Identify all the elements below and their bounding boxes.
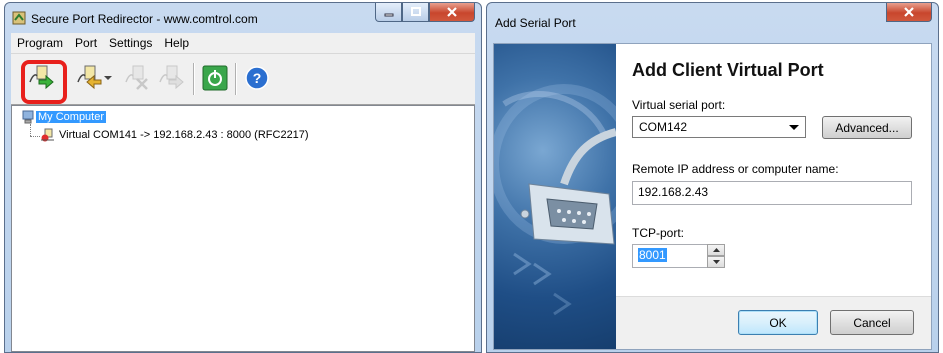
minimize-icon <box>384 13 393 17</box>
menu-bar: Program Port Settings Help <box>11 33 475 54</box>
minimize-button[interactable] <box>375 3 402 22</box>
cancel-button[interactable]: Cancel <box>830 310 914 335</box>
port-properties-icon <box>159 65 184 90</box>
app-icon <box>12 11 26 25</box>
remove-port-icon <box>125 65 148 90</box>
remote-address-label: Remote IP address or computer name: <box>632 162 839 176</box>
power-icon <box>202 65 228 91</box>
power-button[interactable] <box>201 64 229 92</box>
port-properties-button[interactable] <box>157 64 185 92</box>
dropdown-arrow-icon <box>789 125 799 130</box>
ok-button[interactable]: OK <box>738 310 818 335</box>
dialog-banner-image <box>494 44 616 349</box>
tcp-port-input[interactable]: 8001 <box>632 244 708 268</box>
menu-help[interactable]: Help <box>158 36 195 50</box>
highlight-box <box>21 60 67 104</box>
spin-up-button[interactable] <box>707 244 725 256</box>
virtual-port-select[interactable]: COM142 <box>632 116 806 138</box>
tcp-port-label: TCP-port: <box>632 226 685 240</box>
tree-connector <box>30 124 32 136</box>
tcp-port-spinner[interactable] <box>707 244 725 268</box>
maximize-button[interactable] <box>402 3 429 22</box>
tree-connector <box>30 136 40 138</box>
remove-port-button[interactable] <box>123 64 151 92</box>
spin-down-icon <box>712 260 720 264</box>
tree-item[interactable]: Virtual COM141 -> 192.168.2.43 : 8000 (R… <box>40 128 309 142</box>
virtual-port-icon <box>41 128 54 142</box>
dialog-window: Add Serial Port Add Client Virtual Port … <box>486 2 939 353</box>
remote-address-input[interactable]: 192.168.2.43 <box>632 181 912 205</box>
virtual-port-label: Virtual serial port: <box>632 98 726 112</box>
window-title: Secure Port Redirector - www.comtrol.com <box>31 12 258 26</box>
serial-connector-illustration <box>494 84 616 316</box>
virtual-port-value: COM142 <box>639 120 688 134</box>
close-button[interactable] <box>429 3 475 22</box>
add-server-port-button[interactable] <box>75 64 103 92</box>
help-button[interactable]: ? <box>243 64 271 92</box>
tree-root[interactable]: My Computer <box>22 110 107 124</box>
add-server-port-icon <box>77 65 102 90</box>
menu-settings[interactable]: Settings <box>103 36 158 50</box>
advanced-button[interactable]: Advanced... <box>822 116 912 139</box>
menu-port[interactable]: Port <box>69 36 103 50</box>
dialog-body: Add Client Virtual Port Virtual serial p… <box>493 43 932 350</box>
maximize-icon <box>410 7 421 16</box>
dialog-close-button[interactable] <box>886 3 932 22</box>
help-icon: ? <box>245 66 269 90</box>
tree-root-label: My Computer <box>36 111 107 123</box>
title-bar[interactable]: Secure Port Redirector - www.comtrol.com <box>5 3 481 31</box>
toolbar: ? <box>11 54 475 105</box>
toolbar-separator <box>235 63 237 95</box>
computer-icon <box>22 110 34 124</box>
tree-item-label: Virtual COM141 -> 192.168.2.43 : 8000 (R… <box>59 129 309 141</box>
caption-buttons <box>375 3 475 23</box>
tcp-port-value: 8001 <box>638 248 667 262</box>
chevron-down-icon <box>104 76 112 80</box>
add-dropdown-button[interactable] <box>103 64 113 92</box>
close-icon <box>904 7 914 17</box>
main-window: Secure Port Redirector - www.comtrol.com… <box>4 2 482 353</box>
menu-program[interactable]: Program <box>11 36 69 50</box>
spin-down-button[interactable] <box>707 256 725 268</box>
spin-up-icon <box>712 248 720 252</box>
port-tree[interactable]: My Computer Virtual COM141 -> 192.168.2.… <box>11 105 475 352</box>
dialog-title: Add Serial Port <box>495 16 576 30</box>
close-icon <box>447 7 457 17</box>
toolbar-separator <box>193 63 195 95</box>
svg-text:?: ? <box>253 70 262 86</box>
dialog-heading: Add Client Virtual Port <box>632 60 824 80</box>
